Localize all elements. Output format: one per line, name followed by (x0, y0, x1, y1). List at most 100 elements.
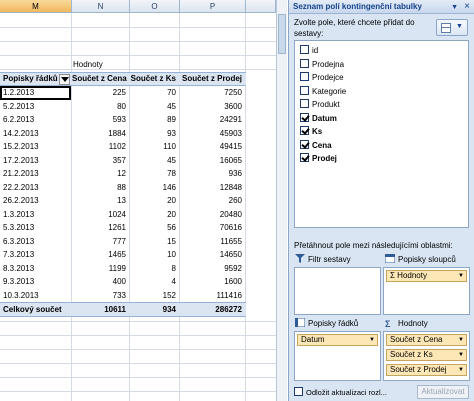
cell-prodej[interactable]: 12848 (180, 181, 246, 195)
value-header-ks[interactable]: Součet z Ks (130, 72, 180, 86)
values-chip-prodej[interactable]: Součet z Prodej ▼ (386, 364, 467, 376)
row-label[interactable]: 7.3.2013 (3, 248, 71, 262)
cell-ks[interactable]: 93 (130, 127, 180, 141)
cell-prodej[interactable]: 111416 (180, 289, 246, 303)
cell-ks[interactable]: 8 (130, 262, 180, 276)
row-label[interactable]: 10.3.2013 (3, 289, 71, 303)
row-label[interactable]: 17.2.2013 (3, 154, 71, 168)
cell-cena[interactable]: 225 (72, 86, 130, 100)
cell-prodej[interactable]: 7250 (180, 86, 246, 100)
cell-ks[interactable]: 70 (130, 86, 180, 100)
cell-prodej[interactable]: 20480 (180, 208, 246, 222)
grand-total-ks[interactable]: 934 (130, 303, 180, 317)
cell-cena[interactable]: 733 (72, 289, 130, 303)
row-label[interactable]: 21.2.2013 (3, 167, 71, 181)
field-item[interactable]: id (300, 45, 318, 57)
field-item[interactable]: Prodejna (300, 58, 344, 71)
cell-cena[interactable]: 1102 (72, 140, 130, 154)
cell-cena[interactable]: 1024 (72, 208, 130, 222)
values-chip-cena[interactable]: Součet z Cena ▼ (386, 334, 467, 346)
cell-cena[interactable]: 400 (72, 275, 130, 289)
cell-cena[interactable]: 593 (72, 113, 130, 127)
field-item[interactable]: Ks (300, 126, 322, 138)
cell-ks[interactable]: 20 (130, 194, 180, 208)
cell-cena[interactable]: 13 (72, 194, 130, 208)
cell-prodej[interactable]: 45903 (180, 127, 246, 141)
checkbox-checked-icon[interactable] (300, 139, 309, 149)
rows-drop-area[interactable]: Datum ▼ (294, 331, 381, 381)
row-label[interactable]: 26.2.2013 (3, 194, 71, 208)
cell-ks[interactable]: 89 (130, 113, 180, 127)
filter-drop-area[interactable] (294, 267, 381, 315)
field-item[interactable]: Prodejce (300, 72, 344, 84)
row-labels-header[interactable]: Popisky řádků (3, 72, 59, 86)
row-label[interactable]: 22.2.2013 (3, 181, 71, 195)
scrollbar-thumb[interactable] (278, 14, 286, 54)
cell-cena[interactable]: 80 (72, 100, 130, 114)
cell-prodej[interactable]: 936 (180, 167, 246, 181)
field-item[interactable]: Produkt (300, 99, 340, 111)
values-drop-area[interactable]: Součet z Cena ▼ Součet z Ks ▼ Součet z Pro… (383, 331, 470, 381)
cell-cena[interactable]: 1261 (72, 221, 130, 235)
cell-prodej[interactable]: 260 (180, 194, 246, 208)
cell-prodej[interactable]: 16065 (180, 154, 246, 168)
column-header-m[interactable]: M (0, 0, 72, 13)
cell-ks[interactable]: 4 (130, 275, 180, 289)
cell-prodej[interactable]: 9592 (180, 262, 246, 276)
row-label[interactable]: 6.2.2013 (3, 113, 71, 127)
cell-ks[interactable]: 110 (130, 140, 180, 154)
row-label[interactable]: 5.3.2013 (3, 221, 71, 235)
cell-cena[interactable]: 88 (72, 181, 130, 195)
cell-prodej[interactable]: 70616 (180, 221, 246, 235)
cell-prodej[interactable]: 3600 (180, 100, 246, 114)
defer-update-option[interactable]: Odložit aktualizaci rozl... (294, 387, 387, 398)
cell-ks[interactable]: 10 (130, 248, 180, 262)
checkbox-checked-icon[interactable] (300, 126, 309, 135)
pane-options-dropdown-icon[interactable]: ▼ (451, 1, 458, 14)
cell-ks[interactable]: 45 (130, 154, 180, 168)
values-caption[interactable]: Hodnoty (73, 58, 129, 72)
cell-cena[interactable]: 12 (72, 167, 130, 181)
checkbox-icon[interactable] (300, 72, 309, 81)
rows-chip-datum[interactable]: Datum ▼ (297, 334, 378, 346)
column-header-o[interactable]: O (130, 0, 180, 13)
cell-cena[interactable]: 357 (72, 154, 130, 168)
close-icon[interactable]: × (464, 0, 470, 14)
checkbox-checked-icon[interactable] (300, 153, 309, 162)
layout-options-button[interactable]: ▼ (436, 19, 468, 36)
column-header-n[interactable]: N (72, 0, 130, 13)
grand-total-cena[interactable]: 10611 (72, 303, 130, 317)
columns-drop-area[interactable]: Σ Hodnoty ▼ (383, 267, 470, 315)
column-header-p[interactable]: P (180, 0, 246, 13)
cell-ks[interactable]: 20 (130, 208, 180, 222)
field-item[interactable]: Cena (300, 139, 332, 152)
row-label[interactable]: 14.2.2013 (3, 127, 71, 141)
cell-ks[interactable]: 45 (130, 100, 180, 114)
checkbox-icon[interactable] (300, 85, 309, 95)
field-item[interactable]: Datum (300, 112, 337, 125)
row-label[interactable]: 6.3.2013 (3, 235, 71, 249)
cell-prodej[interactable]: 24291 (180, 113, 246, 127)
row-label[interactable]: 1.3.2013 (3, 208, 71, 222)
field-item[interactable]: Prodej (300, 153, 337, 165)
cell-ks[interactable]: 15 (130, 235, 180, 249)
cell-cena[interactable]: 1465 (72, 248, 130, 262)
cell-ks[interactable]: 56 (130, 221, 180, 235)
row-label[interactable]: 5.2.2013 (3, 100, 71, 114)
column-header-q[interactable] (246, 0, 276, 13)
checkbox-icon[interactable] (300, 99, 309, 108)
cell-prodej[interactable]: 49415 (180, 140, 246, 154)
cell-ks[interactable]: 152 (130, 289, 180, 303)
value-header-prodej[interactable]: Součet z Prodej (180, 72, 246, 86)
defer-update-checkbox[interactable] (294, 387, 303, 396)
row-label[interactable]: 8.3.2013 (3, 262, 71, 276)
cell-cena[interactable]: 1884 (72, 127, 130, 141)
vertical-scrollbar[interactable] (276, 0, 287, 401)
checkbox-checked-icon[interactable] (300, 112, 309, 122)
field-item[interactable]: Kategorie (300, 85, 346, 98)
cell-prodej[interactable]: 14650 (180, 248, 246, 262)
cell-ks[interactable]: 146 (130, 181, 180, 195)
checkbox-icon[interactable] (300, 45, 309, 54)
cell-cena[interactable]: 777 (72, 235, 130, 249)
checkbox-icon[interactable] (300, 58, 309, 68)
